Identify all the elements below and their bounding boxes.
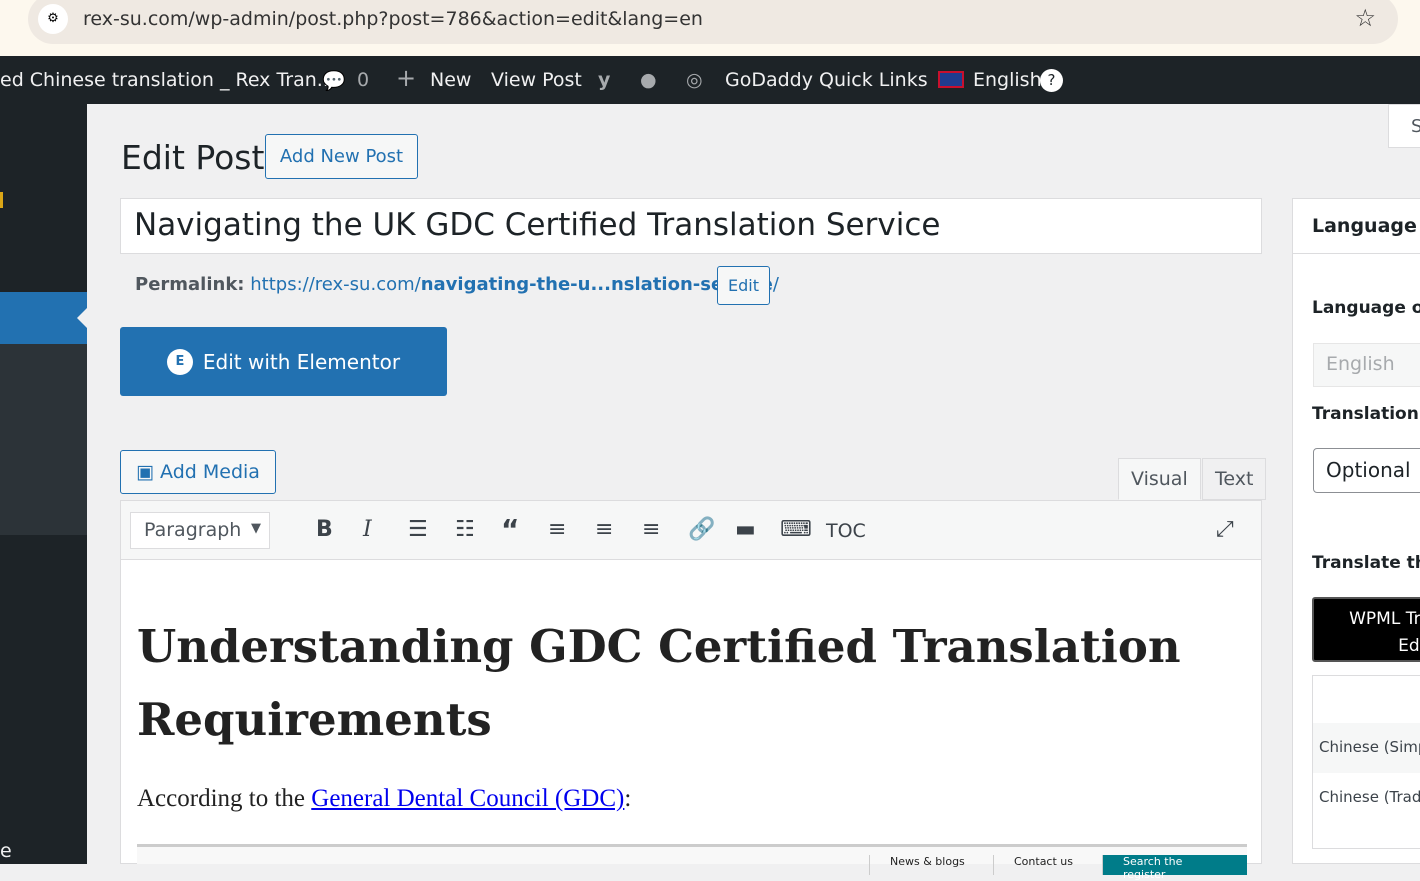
embedded-image: News & blogs Contact us Search the regis… xyxy=(137,844,1247,881)
editor-toolbar: Paragraph ▼ B I ☰ ☷ “ ≡ ≡ ≡ 🔗 ▬ ⌨ TOC ⤢ xyxy=(120,500,1262,560)
translation-row[interactable]: Chinese (Tradi xyxy=(1313,773,1420,823)
sidebar-item-label[interactable]: e xyxy=(0,840,12,862)
bold-icon[interactable]: B xyxy=(316,517,333,542)
language-select[interactable]: English xyxy=(1313,343,1420,387)
view-post-link[interactable]: View Post xyxy=(491,69,582,91)
translation-priority-label: Translation P xyxy=(1312,404,1420,424)
help-icon[interactable]: ? xyxy=(1040,69,1063,92)
new-link[interactable]: New xyxy=(430,69,471,91)
permalink-label: Permalink: xyxy=(135,274,245,295)
divider xyxy=(1293,253,1420,254)
tab-visual[interactable]: Visual xyxy=(1118,458,1201,500)
blockquote-icon[interactable]: “ xyxy=(501,513,519,546)
godaddy-link[interactable]: GoDaddy Quick Links xyxy=(725,69,928,91)
gdc-link[interactable]: General Dental Council (GDC) xyxy=(311,785,624,812)
format-value: Paragraph xyxy=(144,519,242,541)
permalink: Permalink: https://rex-su.com/navigating… xyxy=(135,274,779,295)
screen-options-button[interactable]: S xyxy=(1388,104,1420,148)
translation-row[interactable]: Chinese (Simp xyxy=(1313,723,1420,773)
language-of-label: Language of xyxy=(1312,298,1420,318)
sidebar-item-posts[interactable] xyxy=(0,292,87,344)
post-title-input[interactable]: Navigating the UK GDC Certified Translat… xyxy=(120,198,1262,254)
wpml-translation-editor-button[interactable]: WPML Tra Edit xyxy=(1312,597,1420,662)
content-paragraph: According to the General Dental Council … xyxy=(137,785,631,813)
para-text: According to the xyxy=(137,785,312,812)
elementor-icon: E xyxy=(166,348,193,375)
current-indicator xyxy=(67,308,87,328)
edit-with-elementor-button[interactable]: E Edit with Elementor xyxy=(120,327,447,396)
editor-content[interactable]: Understanding GDC Certified Translation … xyxy=(120,560,1262,881)
elementor-label: Edit with Elementor xyxy=(202,349,401,374)
sidebar-submenu xyxy=(0,344,87,535)
tab-text[interactable]: Text xyxy=(1202,458,1267,500)
wpml-line1: WPML Tra xyxy=(1349,609,1420,629)
godaddy-icon: ◎ xyxy=(686,69,703,91)
format-select[interactable]: Paragraph ▼ xyxy=(130,512,270,549)
status-dot-icon: ● xyxy=(640,69,657,91)
add-media-label: Add Media xyxy=(160,461,260,483)
permalink-link[interactable]: https://rex-su.com/navigating-the-u...ns… xyxy=(250,274,779,295)
panel-title: Language xyxy=(1312,215,1417,237)
site-name-link[interactable]: ed Chinese translation _ Rex Tran... xyxy=(0,69,335,91)
plus-icon: + xyxy=(396,64,417,92)
add-new-post-button[interactable]: Add New Post xyxy=(265,134,418,179)
comments-icon[interactable]: 💬 xyxy=(322,69,346,92)
read-more-icon[interactable]: ▬ xyxy=(735,517,756,542)
yoast-icon[interactable]: y xyxy=(598,69,610,91)
media-icon: ▣ xyxy=(136,461,154,483)
content-heading: Understanding GDC Certified Translation … xyxy=(137,620,1181,746)
embed-tab: Contact us xyxy=(993,855,1093,875)
link-icon[interactable]: 🔗 xyxy=(688,517,715,542)
fullscreen-icon[interactable]: ⤢ xyxy=(1216,517,1234,542)
comments-count[interactable]: 0 xyxy=(357,69,369,91)
browser-bar: ⚙ rex-su.com/wp-admin/post.php?post=786&… xyxy=(0,0,1420,56)
align-left-icon[interactable]: ≡ xyxy=(548,517,566,542)
admin-sidebar: e xyxy=(0,104,87,864)
admin-bar: ed Chinese translation _ Rex Tran... 💬 0… xyxy=(0,56,1420,104)
priority-select[interactable]: Optional xyxy=(1313,448,1420,493)
translate-this-label: Translate this xyxy=(1312,553,1420,573)
embed-tab: Search the register xyxy=(1102,855,1247,881)
toc-button[interactable]: TOC xyxy=(826,520,866,542)
edit-permalink-button[interactable]: Edit xyxy=(717,266,770,305)
bookmark-star-icon[interactable]: ☆ xyxy=(1354,4,1376,32)
site-info-icon[interactable]: ⚙ xyxy=(38,4,68,34)
permalink-base: https://rex-su.com/ xyxy=(250,274,421,295)
chevron-down-icon: ▼ xyxy=(251,521,261,536)
language-panel: Language Language of English Translation… xyxy=(1292,198,1420,864)
permalink-end: / xyxy=(772,274,779,295)
numbered-list-icon[interactable]: ☷ xyxy=(455,517,475,542)
embed-tab: News & blogs xyxy=(869,855,985,875)
uk-flag-icon xyxy=(938,71,964,88)
translations-table: Chinese (Simp Chinese (Tradi xyxy=(1312,675,1420,849)
wpml-line2: Edit xyxy=(1398,636,1420,656)
align-center-icon[interactable]: ≡ xyxy=(595,517,613,542)
bullet-list-icon[interactable]: ☰ xyxy=(408,517,428,542)
menu-icon xyxy=(0,192,3,208)
page-title: Edit Post xyxy=(121,138,265,177)
italic-icon[interactable]: I xyxy=(363,517,372,542)
toolbar-toggle-icon[interactable]: ⌨ xyxy=(780,517,812,542)
address-bar[interactable]: ⚙ rex-su.com/wp-admin/post.php?post=786&… xyxy=(28,0,1398,44)
add-media-button[interactable]: ▣ Add Media xyxy=(120,450,276,494)
para-suffix: : xyxy=(624,785,632,812)
url-text[interactable]: rex-su.com/wp-admin/post.php?post=786&ac… xyxy=(83,8,703,30)
language-switcher[interactable]: English xyxy=(973,69,1042,91)
align-right-icon[interactable]: ≡ xyxy=(642,517,660,542)
